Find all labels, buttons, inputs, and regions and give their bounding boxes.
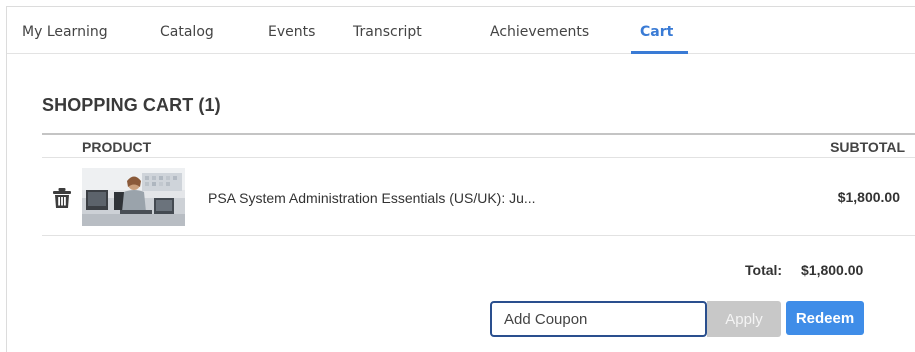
trash-icon[interactable] [52,187,72,209]
table-top-divider [42,133,915,135]
total-label: Total: [745,262,783,278]
tab-achievements[interactable]: Achievements [490,24,589,40]
column-header-subtotal: SUBTOTAL [830,139,905,155]
page-title: SHOPPING CART (1) [42,95,221,115]
item-subtotal: $1,800.00 [837,189,900,205]
tab-bar: My Learning Catalog Events Transcript Ac… [7,7,915,54]
product-thumbnail[interactable] [82,168,185,226]
page-frame: My Learning Catalog Events Transcript Ac… [6,6,915,352]
redeem-button[interactable]: Redeem [786,301,864,335]
column-header-product: PRODUCT [82,139,152,155]
row-divider [42,235,915,236]
apply-button[interactable]: Apply [707,301,781,337]
active-tab-indicator [631,51,688,54]
product-name[interactable]: PSA System Administration Essentials (US… [208,190,536,206]
tab-events[interactable]: Events [268,24,315,40]
total-value: $1,800.00 [801,262,864,278]
coupon-input[interactable] [490,301,707,337]
tab-catalog[interactable]: Catalog [160,24,214,40]
tab-transcript[interactable]: Transcript [353,24,422,40]
header-divider [42,157,915,158]
tab-cart[interactable]: Cart [640,24,673,40]
tab-my-learning[interactable]: My Learning [22,24,108,40]
